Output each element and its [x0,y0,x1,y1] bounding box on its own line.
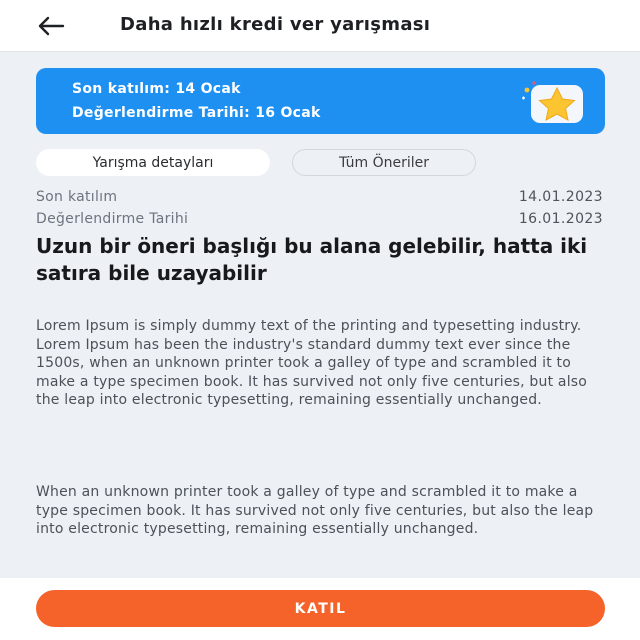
banner-evaluation-text: Değerlendirme Tarihi: 16 Ocak [72,105,321,121]
join-button[interactable]: KATIL [36,590,605,627]
top-app-bar: Daha hızlı kredi ver yarışması [0,0,640,52]
suggestion-title: Uzun bir öneri başlığı bu alana gelebili… [36,234,588,285]
arrow-left-icon [38,16,65,36]
star-icon [522,81,583,123]
evaluation-date-value: 16.01.2023 [518,211,603,227]
deadline-label: Son katılım [36,189,118,205]
banner-deadline-text: Son katılım: 14 Ocak [72,81,241,97]
contest-info-banner: Son katılım: 14 Ocak Değerlendirme Tarih… [36,68,605,134]
evaluation-date-label: Değerlendirme Tarihi [36,211,189,227]
deadline-value: 14.01.2023 [518,189,603,205]
page-title: Daha hızlı kredi ver yarışması [120,14,431,35]
bottom-action-bar: KATIL [0,578,640,640]
tab-contest-details[interactable]: Yarışma detayları [36,149,270,176]
description-paragraph: Lorem Ipsum is simply dummy text of the … [36,318,588,409]
description-paragraph: When an unknown printer took a galley of… [36,484,594,538]
back-button[interactable] [34,12,68,40]
tab-all-suggestions[interactable]: Tüm Öneriler [292,149,476,176]
